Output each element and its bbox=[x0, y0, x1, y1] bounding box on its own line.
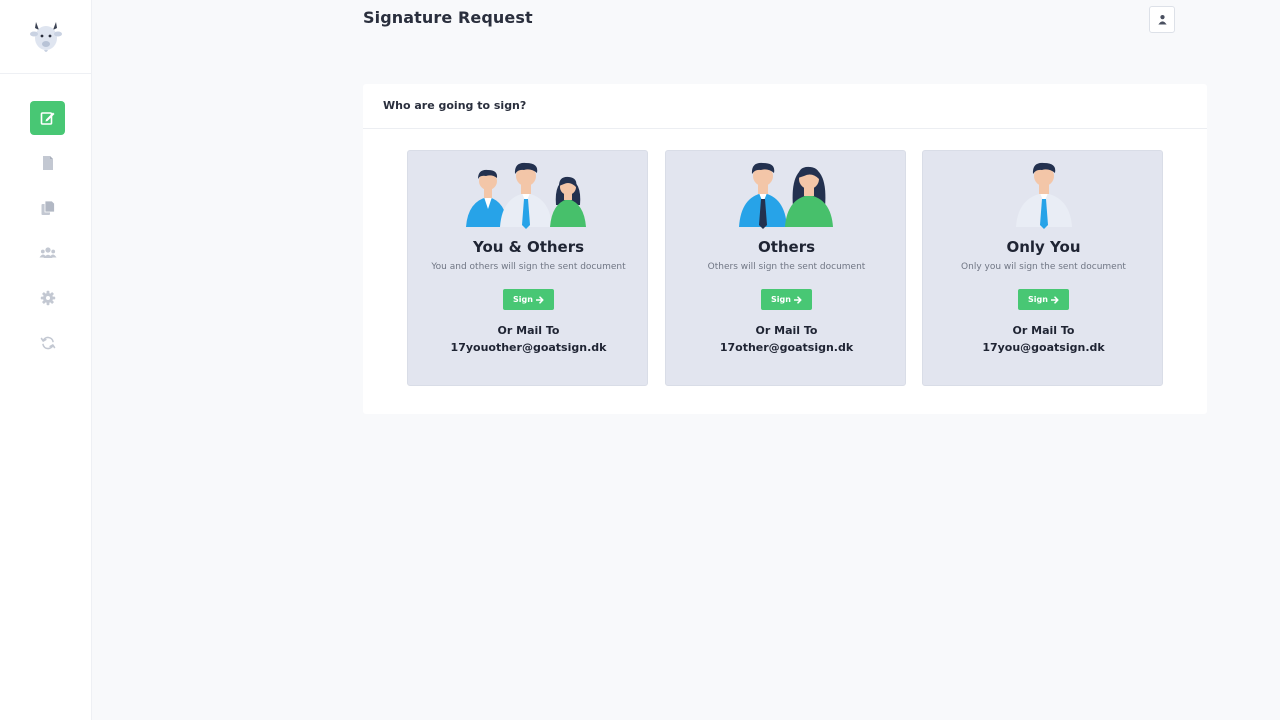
document-icon bbox=[42, 156, 53, 170]
card-description: Others will sign the sent document bbox=[707, 262, 866, 272]
sidebar-item-sync[interactable] bbox=[30, 326, 65, 360]
card-description: You and others will sign the sent docume… bbox=[431, 262, 626, 272]
others-illustration bbox=[666, 159, 907, 229]
option-card-others[interactable]: Others Others will sign the sent documen… bbox=[665, 150, 906, 386]
or-mail-label: Or Mail To bbox=[1012, 324, 1075, 337]
user-icon bbox=[1157, 15, 1167, 25]
sidebar-item-new-request[interactable] bbox=[30, 101, 65, 135]
panel-title: Who are going to sign? bbox=[383, 99, 527, 112]
option-card-only-you[interactable]: Only You Only you wil sign the sent docu… bbox=[922, 150, 1163, 386]
goat-logo-icon[interactable] bbox=[26, 16, 66, 56]
sidebar bbox=[0, 0, 92, 720]
sidebar-item-copies[interactable] bbox=[30, 191, 65, 225]
card-title: Others bbox=[757, 238, 816, 256]
sidebar-item-settings[interactable] bbox=[30, 281, 65, 315]
sign-button-label: Sign bbox=[513, 295, 533, 304]
mail-address-only-you[interactable]: 17you@goatsign.dk bbox=[923, 341, 1164, 354]
arrow-right-icon bbox=[793, 295, 802, 304]
mail-address-you-and-others[interactable]: 17youother@goatsign.dk bbox=[408, 341, 649, 354]
or-mail-label: Or Mail To bbox=[497, 324, 560, 337]
arrow-right-icon bbox=[1050, 295, 1059, 304]
card-description: Only you wil sign the sent document bbox=[961, 262, 1126, 272]
sign-others-button[interactable]: Sign bbox=[761, 289, 812, 310]
sidebar-item-contacts[interactable] bbox=[30, 236, 65, 270]
sign-only-you-button[interactable]: Sign bbox=[1018, 289, 1069, 310]
sign-button-label: Sign bbox=[1028, 295, 1048, 304]
mail-address-others[interactable]: 17other@goatsign.dk bbox=[666, 341, 907, 354]
only-you-illustration bbox=[923, 159, 1164, 229]
card-title: Only You bbox=[1006, 238, 1081, 256]
card-title: You & Others bbox=[472, 238, 585, 256]
sync-icon bbox=[40, 336, 55, 350]
gear-icon bbox=[40, 290, 55, 306]
sign-button-label: Sign bbox=[771, 295, 791, 304]
logo-divider bbox=[0, 73, 92, 74]
signer-selection-panel: Who are going to sign? You & Others You … bbox=[363, 84, 1207, 414]
sidebar-item-documents[interactable] bbox=[30, 146, 65, 180]
user-menu-button[interactable] bbox=[1149, 6, 1175, 33]
edit-icon bbox=[40, 112, 54, 125]
sign-you-and-others-button[interactable]: Sign bbox=[503, 289, 554, 310]
users-icon bbox=[39, 247, 56, 258]
panel-header: Who are going to sign? bbox=[363, 84, 1207, 129]
option-card-you-and-others[interactable]: You & Others You and others will sign th… bbox=[407, 150, 648, 386]
or-mail-label: Or Mail To bbox=[755, 324, 818, 337]
you-and-others-illustration bbox=[408, 159, 649, 229]
page-title: Signature Request bbox=[363, 8, 533, 27]
documents-copy-icon bbox=[41, 200, 55, 215]
arrow-right-icon bbox=[535, 295, 544, 304]
